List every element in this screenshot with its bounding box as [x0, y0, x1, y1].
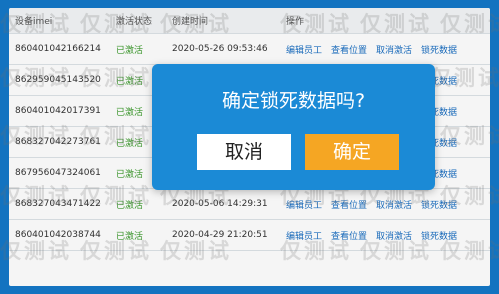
cancel-button[interactable]: 取消: [197, 134, 291, 170]
dialog-title: 确定锁死数据吗?: [221, 90, 366, 112]
confirm-button[interactable]: 确定: [305, 134, 399, 170]
confirm-dialog: 确定锁死数据吗? 取消 确定: [152, 64, 435, 190]
